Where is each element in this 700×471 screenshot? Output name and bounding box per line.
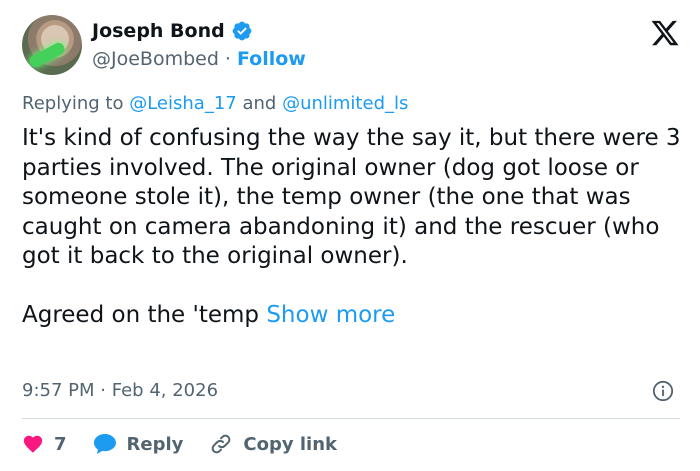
replying-to: Replying to @Leisha_17 and @unlimited_ls: [22, 93, 408, 114]
like-button[interactable]: 7: [22, 433, 67, 455]
follow-button[interactable]: Follow: [237, 48, 306, 70]
verified-badge-icon: [232, 21, 252, 41]
tweet-paragraph-2: Agreed on the 'temp Show more: [22, 301, 682, 331]
reply-label: Reply: [126, 433, 184, 455]
handle-separator: ·: [224, 48, 231, 70]
reply-bubble-icon: [93, 434, 116, 454]
divider: [22, 418, 680, 419]
tweet-paragraph-2-text: Agreed on the 'temp: [22, 302, 260, 328]
meta-separator: ·: [100, 380, 106, 401]
copy-link-label: Copy link: [243, 433, 337, 455]
show-more-link[interactable]: Show more: [266, 302, 395, 328]
lightsaber-glow: [27, 40, 67, 70]
tweet-time: 9:57 PM: [22, 380, 95, 401]
author-name[interactable]: Joseph Bond: [92, 20, 225, 42]
replying-joiner: and: [242, 93, 277, 114]
mention-leisha[interactable]: @Leisha_17: [129, 93, 237, 114]
x-logo-icon[interactable]: [650, 18, 680, 48]
author-handle[interactable]: @JoeBombed: [92, 48, 219, 70]
tweet-timestamp[interactable]: 9:57 PM · Feb 4, 2026: [22, 380, 218, 401]
copy-link-button[interactable]: Copy link: [209, 432, 337, 456]
heart-icon: [23, 435, 43, 453]
handle-row: @JoeBombed · Follow: [92, 48, 306, 70]
mention-unlimited[interactable]: @unlimited_ls: [282, 93, 408, 114]
avatar[interactable]: [22, 15, 82, 75]
replying-prefix: Replying to: [22, 93, 124, 114]
like-count: 7: [54, 433, 67, 455]
author-name-row: Joseph Bond: [92, 20, 253, 42]
tweet-paragraph-1: It's kind of confusing the way the say i…: [22, 125, 681, 269]
info-icon[interactable]: [652, 380, 674, 402]
tweet-text: It's kind of confusing the way the say i…: [22, 124, 682, 331]
link-icon: [212, 434, 231, 454]
tweet-date: Feb 4, 2026: [111, 380, 219, 401]
action-bar: 7 Reply Copy link: [22, 432, 337, 456]
reply-button[interactable]: Reply: [93, 433, 184, 455]
